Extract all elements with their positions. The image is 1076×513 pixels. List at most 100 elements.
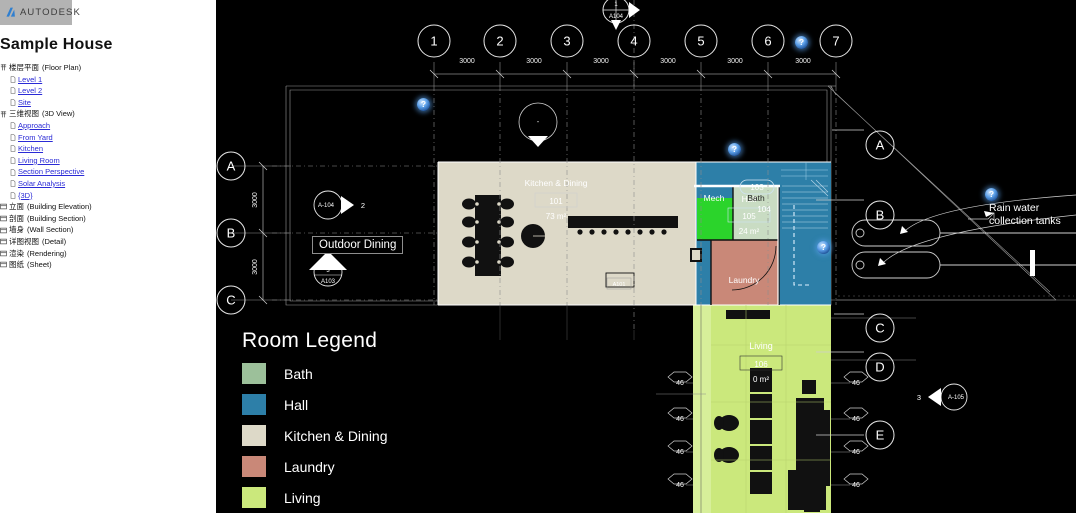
grid-bubble-left-a[interactable]: A	[216, 151, 246, 181]
svg-text:6: 6	[764, 33, 771, 48]
window-tag[interactable]: 46	[667, 371, 693, 387]
view-icon	[10, 99, 16, 106]
view-icon	[10, 157, 16, 164]
svg-text:Kitchen & Dining: Kitchen & Dining	[525, 178, 588, 188]
section-marker-a104-2[interactable]: A-104 2	[313, 190, 365, 220]
question-badge[interactable]: ?	[817, 241, 830, 254]
tree-item-label[interactable]: Solar Analysis	[18, 178, 65, 190]
tree-group-sheet[interactable]: 图纸 (Sheet)	[0, 259, 210, 271]
svg-text:B: B	[227, 225, 236, 240]
grid-bubble-top-1[interactable]: 1	[417, 24, 451, 58]
grid-bubble-top-2[interactable]: 2	[483, 24, 517, 58]
grid-bubble-top-7[interactable]: 7	[819, 24, 853, 58]
elevation-marker-a103[interactable]: 3 A103	[309, 251, 347, 287]
tree-item-section-perspective[interactable]: Section Perspective	[0, 166, 210, 178]
tree-group-floor-plan[interactable]: 楼层平面 (Floor Plan)	[0, 62, 210, 74]
svg-text:3000: 3000	[459, 58, 475, 65]
legend-row-living[interactable]: Living	[242, 487, 388, 508]
grid-bubble-right-a[interactable]: A	[865, 130, 895, 160]
tree-item-label[interactable]: Living Room	[18, 155, 60, 167]
svg-text:101: 101	[549, 197, 563, 206]
svg-text:46: 46	[852, 416, 860, 423]
svg-text:A101: A101	[613, 282, 626, 288]
window-tag[interactable]: 46	[667, 473, 693, 489]
room-label-living[interactable]: Living 106 0 m²	[739, 341, 783, 384]
grid-bubble-right-b[interactable]: B	[865, 200, 895, 230]
window-tag[interactable]: 46	[667, 407, 693, 423]
window-tag[interactable]: 46	[843, 407, 869, 423]
room-number-bath: 104	[757, 205, 771, 214]
grid-bubble-right-e[interactable]: E	[865, 420, 895, 450]
tree-group-3d-view[interactable]: 三维视图 (3D View)	[0, 108, 210, 120]
tree-item-label[interactable]: Section Perspective	[18, 166, 84, 178]
outdoor-dining-label[interactable]: Outdoor Dining	[312, 236, 404, 254]
grid-bubble-top-6[interactable]: 6	[751, 24, 785, 58]
legend-label: Living	[284, 489, 321, 506]
project-browser-panel: AUTODESK Sample House 楼层平面 (Floor Plan) …	[0, 0, 216, 513]
question-badge[interactable]: ?	[985, 188, 998, 201]
tree-group-detail[interactable]: 详图视图 (Detail)	[0, 236, 210, 248]
room-label-laundry[interactable]: Laundry	[729, 275, 760, 285]
tree-item-approach[interactable]: Approach	[0, 120, 210, 132]
svg-text:46: 46	[852, 482, 860, 489]
tree-item-living-room[interactable]: Living Room	[0, 155, 210, 167]
tree-item-label[interactable]: From Yard	[18, 132, 53, 144]
room-label-bath[interactable]: Bath	[747, 193, 765, 203]
section-marker-a105[interactable]: 3 A-105	[917, 383, 968, 411]
grid-bubble-right-c[interactable]: C	[865, 313, 895, 343]
question-badge[interactable]: ?	[728, 143, 741, 156]
tree-item-label[interactable]: Approach	[18, 120, 50, 132]
tree-item-label[interactable]: Level 1	[18, 74, 42, 86]
window-tag[interactable]: 46	[843, 371, 869, 387]
grid-bubble-top-4[interactable]: 4	[617, 24, 651, 58]
room-label-kitchen-dining[interactable]: Kitchen & Dining 101 73 m²	[525, 178, 588, 221]
view-icon	[10, 192, 16, 199]
rainwater-annotation[interactable]: Rain water collection tanks	[989, 202, 1075, 228]
legend-label: Kitchen & Dining	[284, 427, 388, 444]
tree-item-3d[interactable]: {3D}	[0, 190, 210, 202]
tree-item-label[interactable]: Site	[18, 97, 31, 109]
tree-item-label[interactable]: Level 2	[18, 85, 42, 97]
legend-row-hall[interactable]: Hall	[242, 394, 388, 415]
rainwater-annotation-line2: collection tanks	[989, 215, 1061, 227]
folder-icon	[0, 227, 7, 234]
tree-group-label-cn: 详图视图	[9, 236, 39, 246]
window-tag[interactable]: 46	[843, 473, 869, 489]
grid-bubble-left-b[interactable]: B	[216, 218, 246, 248]
grid-bubble-top-3[interactable]: 3	[550, 24, 584, 58]
application-window: AUTODESK Sample House 楼层平面 (Floor Plan) …	[0, 0, 1076, 513]
view-icon	[10, 76, 16, 83]
tree-item-kitchen[interactable]: Kitchen	[0, 143, 210, 155]
tree-item-label[interactable]: {3D}	[18, 190, 33, 202]
grid-bubble-top-5[interactable]: 5	[684, 24, 718, 58]
tree-item-solar-analysis[interactable]: Solar Analysis	[0, 178, 210, 190]
tree-group-label-cn: 立面	[9, 202, 24, 212]
legend-row-bath[interactable]: Bath	[242, 363, 388, 384]
window-tag[interactable]: 46	[667, 440, 693, 456]
tree-item-site[interactable]: Site	[0, 97, 210, 109]
tree-item-label[interactable]: Kitchen	[18, 143, 43, 155]
svg-text:3000: 3000	[526, 58, 542, 65]
question-badge[interactable]: ?	[417, 98, 430, 111]
question-badge[interactable]: ?	[795, 36, 808, 49]
legend-swatch-laundry	[242, 456, 266, 477]
svg-text:3000: 3000	[795, 58, 811, 65]
svg-text:73 m²: 73 m²	[546, 212, 567, 221]
grid-bubble-right-d[interactable]: D	[865, 352, 895, 382]
legend-row-kitchen-dining[interactable]: Kitchen & Dining	[242, 425, 388, 446]
tree-group-building-section[interactable]: 剖面 (Building Section)	[0, 213, 210, 225]
tree-group-wall-section[interactable]: 墙身 (Wall Section)	[0, 224, 210, 236]
tree-group-building-elevation[interactable]: 立面 (Building Elevation)	[0, 201, 210, 213]
door-tag-103[interactable]: 103	[739, 179, 775, 195]
window-tag[interactable]: 46	[843, 440, 869, 456]
grid-bubble-left-c[interactable]: C	[216, 285, 246, 315]
tree-group-rendering[interactable]: 渲染 (Rendering)	[0, 248, 210, 260]
tree-group-label-en: (Rendering)	[27, 248, 67, 258]
fixture-tag[interactable]: A101	[606, 277, 632, 290]
tree-item-level-1[interactable]: Level 1	[0, 74, 210, 86]
tree-item-from-yard[interactable]: From Yard	[0, 132, 210, 144]
room-label-mech[interactable]: Mech	[704, 193, 725, 203]
tree-item-level-2[interactable]: Level 2	[0, 85, 210, 97]
elevation-marker-center[interactable]: -	[518, 102, 558, 147]
legend-row-laundry[interactable]: Laundry	[242, 456, 388, 477]
